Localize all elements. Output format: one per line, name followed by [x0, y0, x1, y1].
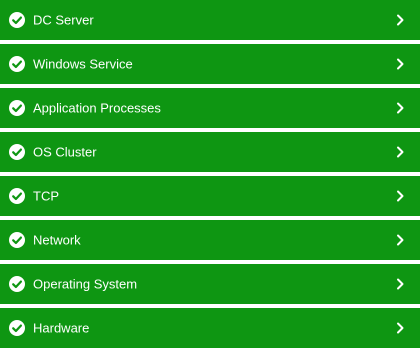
check-circle-icon: [9, 100, 25, 116]
list-item-label: OS Cluster: [33, 144, 97, 160]
check-circle-icon: [9, 144, 25, 160]
chevron-right-icon[interactable]: [395, 234, 405, 246]
list-item-operating-system[interactable]: Operating System: [0, 264, 420, 304]
list-item-hardware[interactable]: Hardware: [0, 308, 420, 348]
list-item-label: Application Processes: [33, 100, 161, 116]
chevron-right-icon[interactable]: [395, 102, 405, 114]
list-item-label: TCP: [33, 188, 59, 204]
list-item-label: Windows Service: [33, 56, 133, 72]
chevron-right-icon[interactable]: [395, 146, 405, 158]
list-item-os-cluster[interactable]: OS Cluster: [0, 132, 420, 172]
chevron-right-icon[interactable]: [395, 190, 405, 202]
check-circle-icon: [9, 232, 25, 248]
list-item-windows-service[interactable]: Windows Service: [0, 44, 420, 84]
monitor-category-list: DC Server Windows Service Application Pr…: [0, 0, 420, 348]
check-circle-icon: [9, 276, 25, 292]
list-item-tcp[interactable]: TCP: [0, 176, 420, 216]
chevron-right-icon[interactable]: [395, 278, 405, 290]
chevron-right-icon[interactable]: [395, 58, 405, 70]
chevron-right-icon[interactable]: [395, 14, 405, 26]
list-item-label: DC Server: [33, 12, 94, 28]
list-item-label: Hardware: [33, 320, 90, 336]
list-item-network[interactable]: Network: [0, 220, 420, 260]
list-item-label: Network: [33, 232, 81, 248]
list-item-application-processes[interactable]: Application Processes: [0, 88, 420, 128]
check-circle-icon: [9, 188, 25, 204]
check-circle-icon: [9, 12, 25, 28]
chevron-right-icon[interactable]: [395, 322, 405, 334]
check-circle-icon: [9, 56, 25, 72]
list-item-label: Operating System: [33, 276, 138, 292]
check-circle-icon: [9, 320, 25, 336]
list-item-dc-server[interactable]: DC Server: [0, 0, 420, 40]
